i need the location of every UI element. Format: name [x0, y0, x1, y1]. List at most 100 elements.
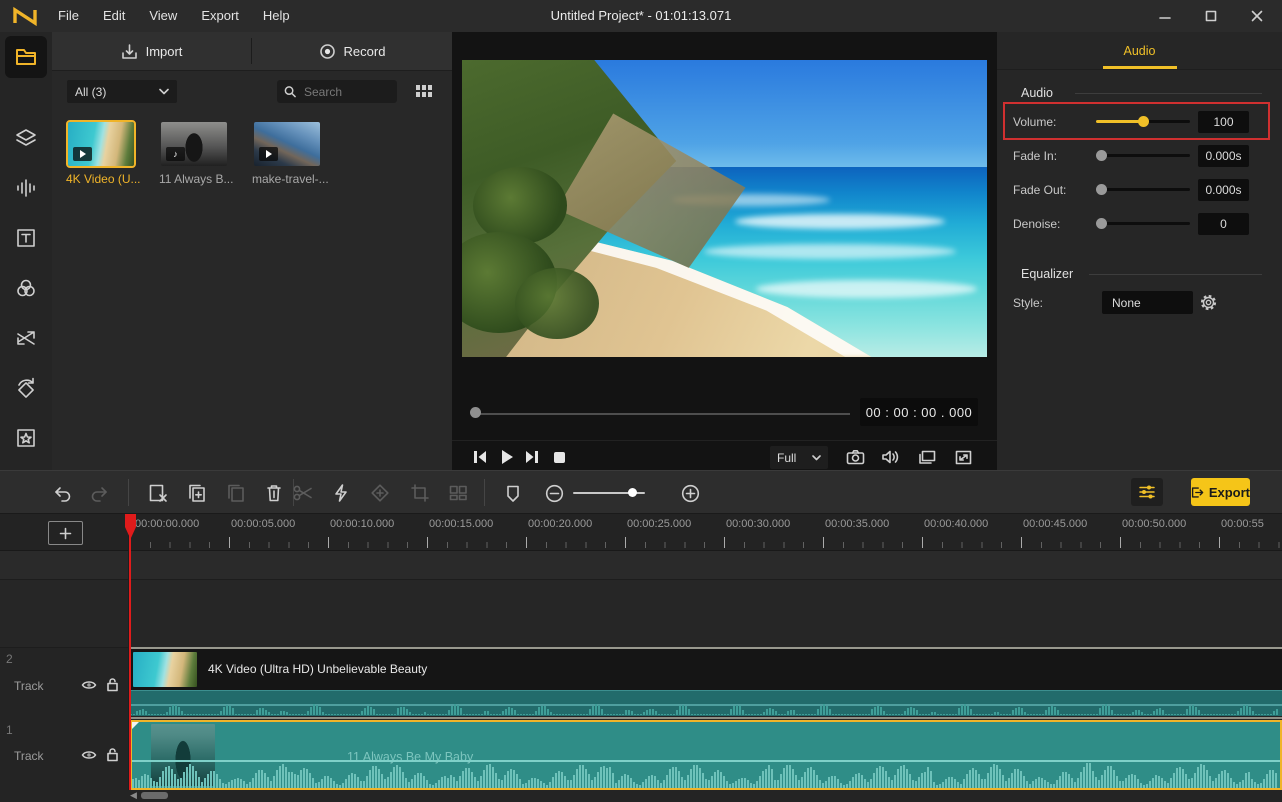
fullscreen-button[interactable]	[952, 446, 974, 468]
search-input[interactable]	[302, 84, 390, 100]
split-button[interactable]	[292, 482, 314, 504]
split-screen-button[interactable]	[447, 482, 469, 504]
play-button[interactable]	[496, 446, 518, 468]
timeline-ruler[interactable]: 00:00:00.000 00:00:05.000 00:00:10.000 0…	[0, 514, 1282, 551]
close-icon	[1251, 10, 1263, 22]
track-2-visibility-toggle[interactable]	[81, 679, 97, 691]
close-button[interactable]	[1234, 0, 1280, 32]
timeline-zoom-out-button[interactable]	[543, 482, 565, 504]
cut-clip-button[interactable]	[147, 482, 169, 504]
denoise-slider-handle[interactable]	[1096, 218, 1107, 229]
next-frame-button[interactable]	[521, 446, 543, 468]
previous-frame-button[interactable]	[469, 446, 491, 468]
media-filter-dropdown[interactable]: All (3)	[67, 80, 177, 103]
plus-icon	[59, 527, 72, 540]
camera-icon	[846, 449, 865, 465]
app-logo-icon	[12, 6, 38, 26]
fade-in-slider[interactable]	[1096, 154, 1190, 157]
sidebar-item-filters[interactable]	[5, 267, 47, 309]
denoise-slider[interactable]	[1096, 222, 1190, 225]
sidebar-item-animation[interactable]	[5, 367, 47, 409]
volume-slider-handle[interactable]	[1138, 116, 1149, 127]
tab-record[interactable]: Record	[252, 32, 452, 70]
sidebar-item-text[interactable]	[5, 217, 47, 259]
stop-button[interactable]	[548, 446, 570, 468]
video-clip-audio-strip[interactable]	[130, 690, 1282, 716]
delete-button[interactable]	[263, 482, 285, 504]
timeline-zoom-slider-handle[interactable]	[628, 488, 637, 497]
minimize-button[interactable]	[1142, 0, 1188, 32]
keyframe-diamond-icon	[370, 483, 390, 503]
seek-bar[interactable]	[478, 413, 850, 415]
crop-button[interactable]	[409, 482, 431, 504]
sidebar-item-overlays[interactable]	[5, 117, 47, 159]
fade-out-slider[interactable]	[1096, 188, 1190, 191]
hscrollbar-handle[interactable]	[141, 792, 168, 799]
music-clip-volume-line[interactable]	[132, 760, 1280, 762]
music-clip-selected[interactable]: 11 Always Be My Baby	[130, 720, 1282, 790]
menu-file[interactable]: File	[46, 0, 91, 32]
seek-handle[interactable]	[470, 407, 481, 418]
fade-out-value-field[interactable]: 0.000s	[1198, 179, 1249, 201]
add-track-button[interactable]	[48, 521, 83, 545]
grid-boxes-icon	[448, 484, 468, 502]
menu-view[interactable]: View	[137, 0, 189, 32]
volume-slider[interactable]	[1096, 120, 1190, 123]
fade-out-slider-handle[interactable]	[1096, 184, 1107, 195]
export-icon	[1191, 485, 1204, 500]
duplicate-button[interactable]	[186, 482, 208, 504]
eye-icon	[81, 749, 97, 761]
volume-value-field[interactable]: 100	[1198, 111, 1249, 133]
tab-audio[interactable]: Audio	[997, 32, 1282, 70]
sidebar-item-transitions[interactable]	[5, 317, 47, 359]
media-item-video-1-thumbnail[interactable]	[68, 122, 134, 166]
undo-button[interactable]	[51, 482, 73, 504]
fade-in-slider-handle[interactable]	[1096, 150, 1107, 161]
sidebar-item-effects[interactable]	[5, 417, 47, 459]
menu-help[interactable]: Help	[251, 0, 302, 32]
undo-icon	[52, 484, 72, 502]
menu-edit[interactable]: Edit	[91, 0, 137, 32]
snapshot-button[interactable]	[844, 446, 866, 468]
timeline-hscrollbar[interactable]: ◀	[130, 791, 1282, 802]
playhead-line[interactable]	[129, 514, 131, 790]
media-item-video-2-thumbnail[interactable]	[254, 122, 320, 166]
marker-button[interactable]	[502, 482, 524, 504]
sidebar-item-audio[interactable]	[5, 167, 47, 209]
scroll-left-icon[interactable]: ◀	[130, 790, 137, 801]
track-1-visibility-toggle[interactable]	[81, 749, 97, 761]
track-1-lock-toggle[interactable]	[106, 747, 119, 762]
media-search[interactable]	[277, 80, 397, 103]
render-settings-button[interactable]	[1131, 478, 1163, 506]
fade-in-value-field[interactable]: 0.000s	[1198, 145, 1249, 167]
video-preview[interactable]	[462, 60, 987, 357]
video-clip[interactable]: 4K Video (Ultra HD) Unbelievable Beauty	[130, 649, 1282, 690]
clip-trim-handle[interactable]	[132, 722, 139, 729]
equalizer-style-dropdown[interactable]: None	[1102, 291, 1193, 314]
timeline-zoom-in-button[interactable]	[679, 482, 701, 504]
export-button[interactable]: Export	[1191, 478, 1250, 506]
ruler-label: 00:00:00.000	[135, 518, 199, 530]
star-box-icon	[14, 426, 38, 450]
redo-button[interactable]	[89, 482, 111, 504]
keyframe-button[interactable]	[369, 482, 391, 504]
tab-import[interactable]: Import	[52, 32, 251, 70]
denoise-value-field[interactable]: 0	[1198, 213, 1249, 235]
maximize-button[interactable]	[1188, 0, 1234, 32]
track-2-lock-toggle[interactable]	[106, 677, 119, 692]
mute-button[interactable]	[879, 446, 901, 468]
speed-button[interactable]	[330, 482, 352, 504]
ruler-label: 00:00:10.000	[330, 518, 394, 530]
empty-track-row[interactable]	[0, 551, 1282, 579]
copy-button[interactable]	[225, 482, 247, 504]
empty-track-row[interactable]	[0, 580, 1282, 647]
media-item-audio-1-thumbnail[interactable]: ♪	[161, 122, 227, 166]
preview-scale-dropdown[interactable]: Full	[770, 446, 828, 469]
audio-waveform-icon	[14, 176, 38, 200]
grid-view-button[interactable]	[414, 82, 434, 100]
pip-button[interactable]	[916, 446, 938, 468]
tab-import-label: Import	[146, 44, 183, 59]
sidebar-item-media[interactable]	[5, 36, 47, 78]
menu-export[interactable]: Export	[189, 0, 251, 32]
equalizer-settings-button[interactable]	[1199, 293, 1218, 312]
